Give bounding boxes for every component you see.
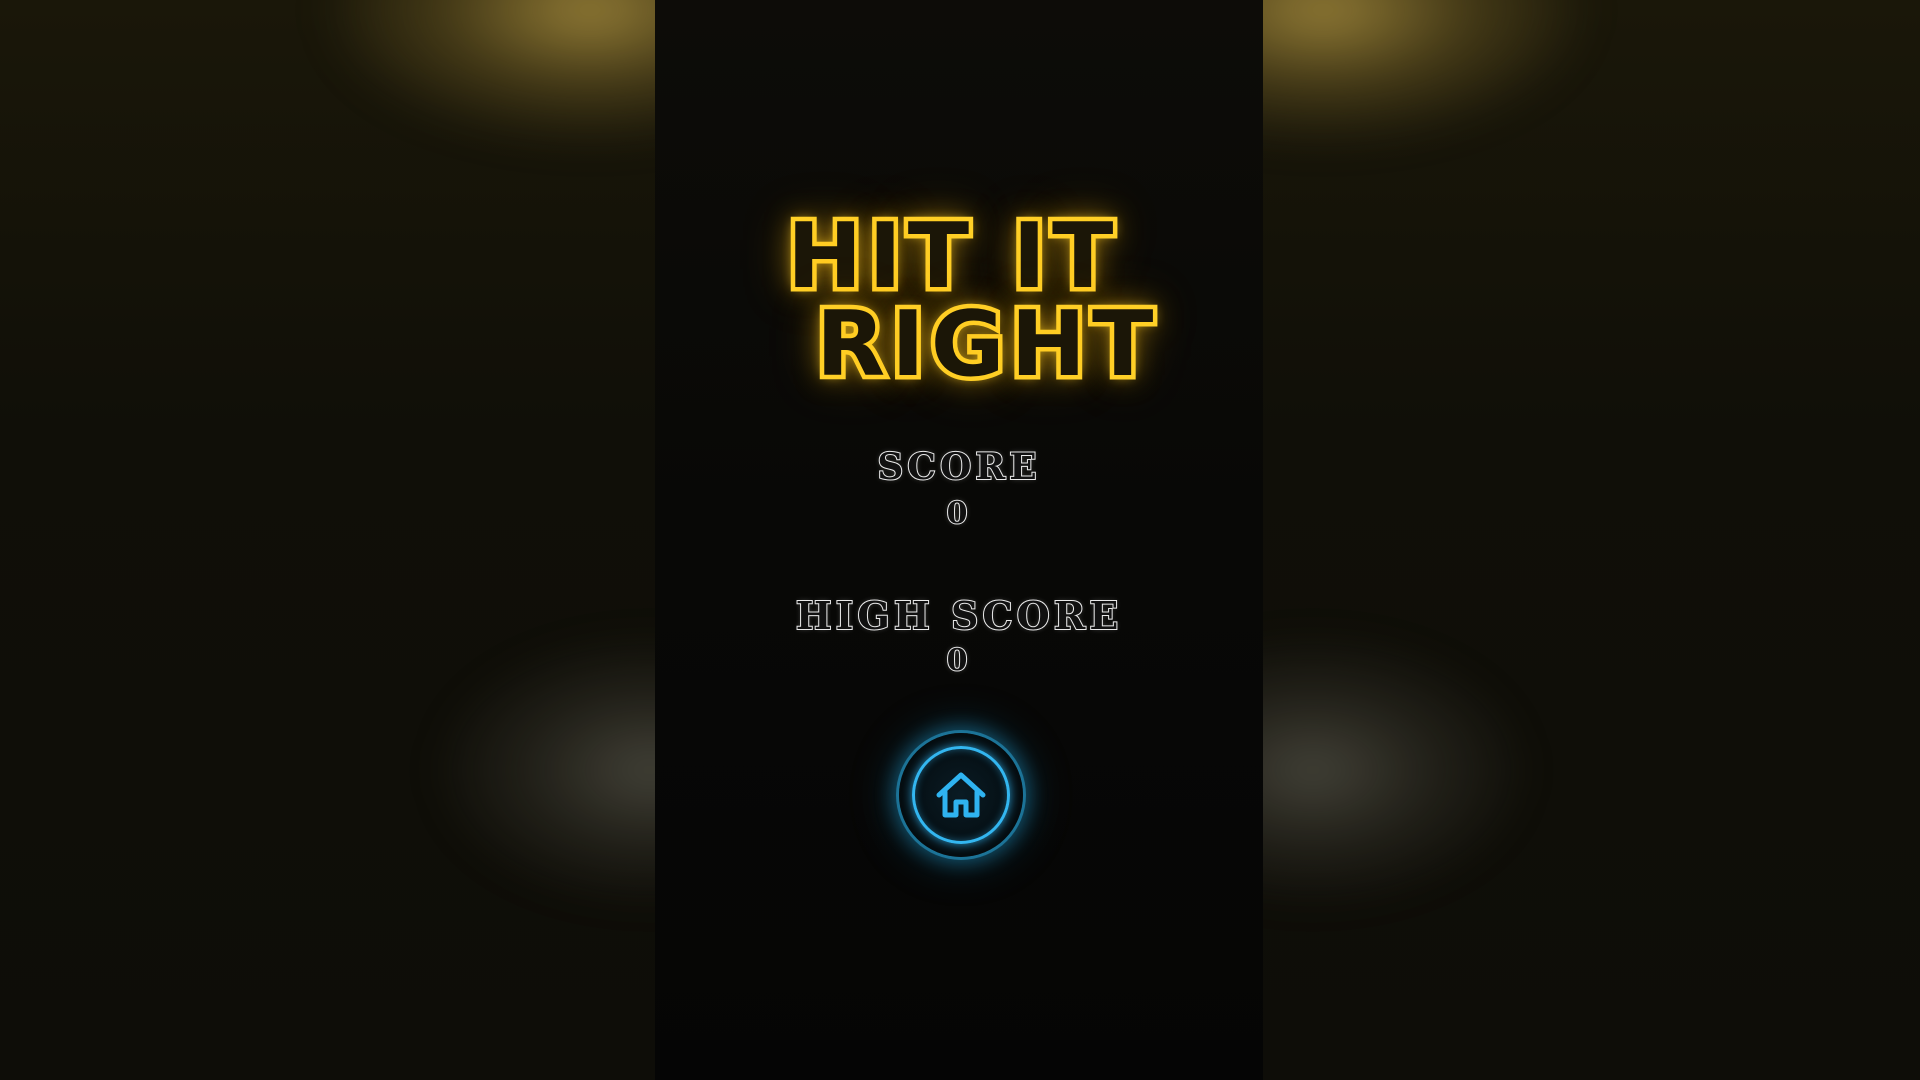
score-value: 0 [946,495,972,532]
game-title-line-2: RIGHT [812,292,1160,397]
high-score-value: 0 [946,642,972,679]
game-screen: HIT IT RIGHT SCORE 0 HIGH SCORE 0 [0,0,1920,1080]
backdrop-glow-middle [440,640,655,900]
backdrop-glow-top [1263,0,1583,140]
backdrop-glow-middle [1263,640,1523,900]
home-button[interactable] [899,733,1023,857]
backdrop-glow-top [330,0,655,140]
score-label: SCORE [876,445,1041,489]
game-viewport: HIT IT RIGHT SCORE 0 HIGH SCORE 0 [655,0,1263,1080]
blurred-backdrop-left [0,0,655,1080]
game-title-line-1: HIT IT [783,204,1120,309]
high-score-label: HIGH SCORE [795,592,1123,639]
home-icon [936,772,986,818]
blurred-backdrop-right [1263,0,1920,1080]
